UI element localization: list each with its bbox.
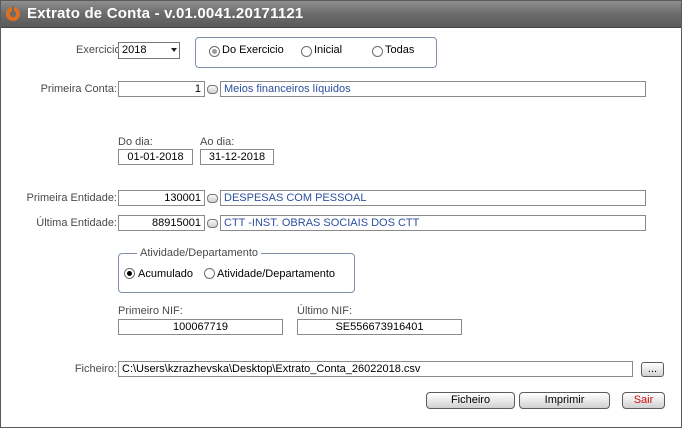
ultima-entidade-input[interactable]: 88915001 (118, 215, 205, 231)
primeira-conta-description: Meios financeiros líquidos (220, 81, 646, 97)
primeira-conta-label: Primeira Conta: (40, 83, 117, 95)
imprimir-button[interactable]: Imprimir (519, 392, 610, 409)
radio-acumulado-label: Acumulado (138, 268, 194, 280)
lookup-icon[interactable] (207, 85, 218, 94)
radio-inicial[interactable] (301, 46, 312, 57)
ficheiro-label: Ficheiro: (74, 363, 117, 375)
radio-todas-label: Todas (385, 44, 415, 56)
primeiro-nif-input[interactable]: 100067719 (118, 319, 283, 335)
ultima-entidade-label: Última Entidade: (36, 217, 117, 229)
radio-acumulado[interactable] (124, 268, 135, 279)
exercicio-select[interactable]: 2018 (118, 42, 180, 59)
primeira-conta-input[interactable]: 1 (118, 81, 205, 97)
radio-atividade-departamento[interactable] (204, 268, 215, 279)
lookup-icon[interactable] (207, 194, 218, 203)
primeiro-nif-label: Primeiro NIF: (118, 305, 183, 317)
atividade-group-legend: Atividade/Departamento (137, 247, 262, 259)
chevron-down-icon[interactable] (171, 48, 177, 52)
app-logo-icon (6, 6, 20, 21)
ultimo-nif-label: Último NIF: (297, 305, 352, 317)
extrato-conta-window: Extrato de Conta - v.01.0041.20171121 Ex… (0, 0, 682, 428)
ficheiro-button[interactable]: Ficheiro (426, 392, 515, 409)
primeira-entidade-label: Primeira Entidade: (26, 192, 118, 204)
exercicio-label: Exercicio: (76, 44, 124, 56)
radio-todas[interactable] (372, 46, 383, 57)
radio-do-exercicio-label: Do Exercicio (222, 44, 284, 56)
window-title: Extrato de Conta - v.01.0041.20171121 (27, 5, 304, 22)
ultima-entidade-description: CTT -INST. OBRAS SOCIAIS DOS CTT (220, 215, 646, 231)
primeira-entidade-description: DESPESAS COM PESSOAL (220, 190, 646, 206)
radio-inicial-label: Inicial (314, 44, 343, 56)
do-dia-label: Do dia: (118, 136, 153, 148)
sair-button[interactable]: Sair (622, 392, 665, 409)
browse-file-button[interactable]: ... (641, 362, 664, 377)
primeira-entidade-input[interactable]: 130001 (118, 190, 205, 206)
ao-dia-label: Ao dia: (200, 136, 235, 148)
ficheiro-path-input[interactable]: C:\Users\kzrazhevska\Desktop\Extrato_Con… (118, 361, 633, 377)
title-bar: Extrato de Conta - v.01.0041.20171121 (1, 1, 681, 28)
ao-dia-input[interactable]: 31-12-2018 (200, 149, 274, 165)
radio-atividade-departamento-label: Atividade/Departamento (217, 268, 336, 280)
radio-do-exercicio[interactable] (209, 46, 220, 57)
ultimo-nif-input[interactable]: SE556673916401 (297, 319, 462, 335)
lookup-icon[interactable] (207, 219, 218, 228)
exercicio-value: 2018 (122, 44, 147, 56)
do-dia-input[interactable]: 01-01-2018 (118, 149, 193, 165)
